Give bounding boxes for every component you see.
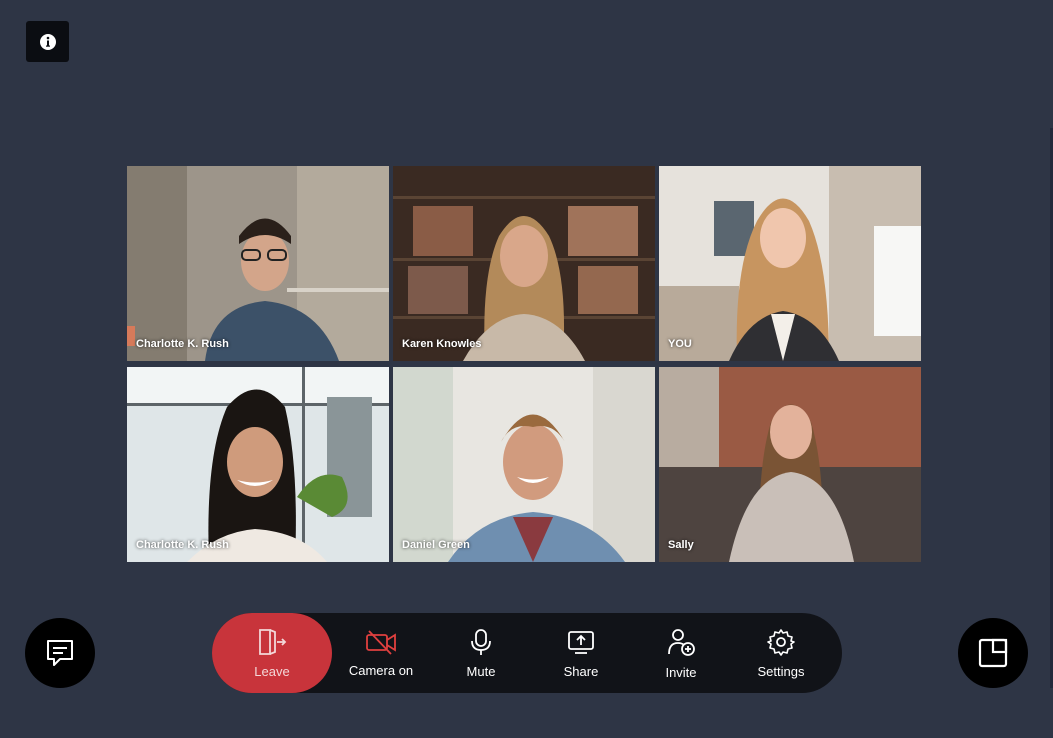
participant-tile[interactable]: Charlotte K. Rush — [127, 166, 389, 361]
video-feed — [393, 367, 655, 562]
mute-label: Mute — [466, 663, 496, 679]
chat-button[interactable] — [25, 618, 95, 688]
participant-grid: Charlotte K. Rush Karen Knowles YOU Char… — [127, 166, 921, 562]
invite-label: Invite — [665, 664, 697, 680]
participant-name: Karen Knowles — [402, 338, 482, 350]
participant-tile[interactable]: Sally — [659, 367, 921, 562]
participant-name: Charlotte K. Rush — [136, 539, 229, 551]
participant-tile[interactable]: YOU — [659, 166, 921, 361]
chat-icon — [47, 640, 73, 666]
settings-label: Settings — [757, 663, 805, 679]
video-feed — [127, 367, 389, 562]
info-button[interactable] — [26, 21, 69, 62]
camera-button[interactable]: Camera on — [341, 613, 421, 693]
share-screen-icon — [568, 630, 594, 654]
participant-name: Daniel Green — [402, 539, 470, 551]
video-feed — [393, 166, 655, 361]
video-feed — [659, 367, 921, 562]
layout-button[interactable] — [958, 618, 1028, 688]
participant-name: Sally — [668, 539, 694, 551]
participant-name: Charlotte K. Rush — [136, 338, 229, 350]
share-label: Share — [563, 663, 599, 679]
camera-label: Camera on — [348, 662, 414, 678]
participant-tile[interactable]: Daniel Green — [393, 367, 655, 562]
camera-off-icon — [366, 629, 396, 655]
mute-button[interactable]: Mute — [451, 613, 511, 693]
layout-icon — [978, 638, 1008, 668]
gear-icon — [767, 628, 795, 656]
microphone-icon — [471, 628, 491, 655]
participant-name: YOU — [668, 338, 692, 350]
leave-label: Leave — [254, 663, 290, 679]
leave-button[interactable]: Leave — [212, 613, 332, 693]
participant-tile[interactable]: Karen Knowles — [393, 166, 655, 361]
settings-button[interactable]: Settings — [746, 613, 816, 693]
video-feed — [659, 166, 921, 361]
share-button[interactable]: Share — [551, 613, 611, 693]
participant-tile[interactable]: Charlotte K. Rush — [127, 367, 389, 562]
info-icon — [39, 33, 56, 50]
leave-icon — [259, 628, 287, 655]
add-user-icon — [668, 628, 695, 656]
invite-button[interactable]: Invite — [651, 613, 711, 693]
video-feed — [127, 166, 389, 361]
